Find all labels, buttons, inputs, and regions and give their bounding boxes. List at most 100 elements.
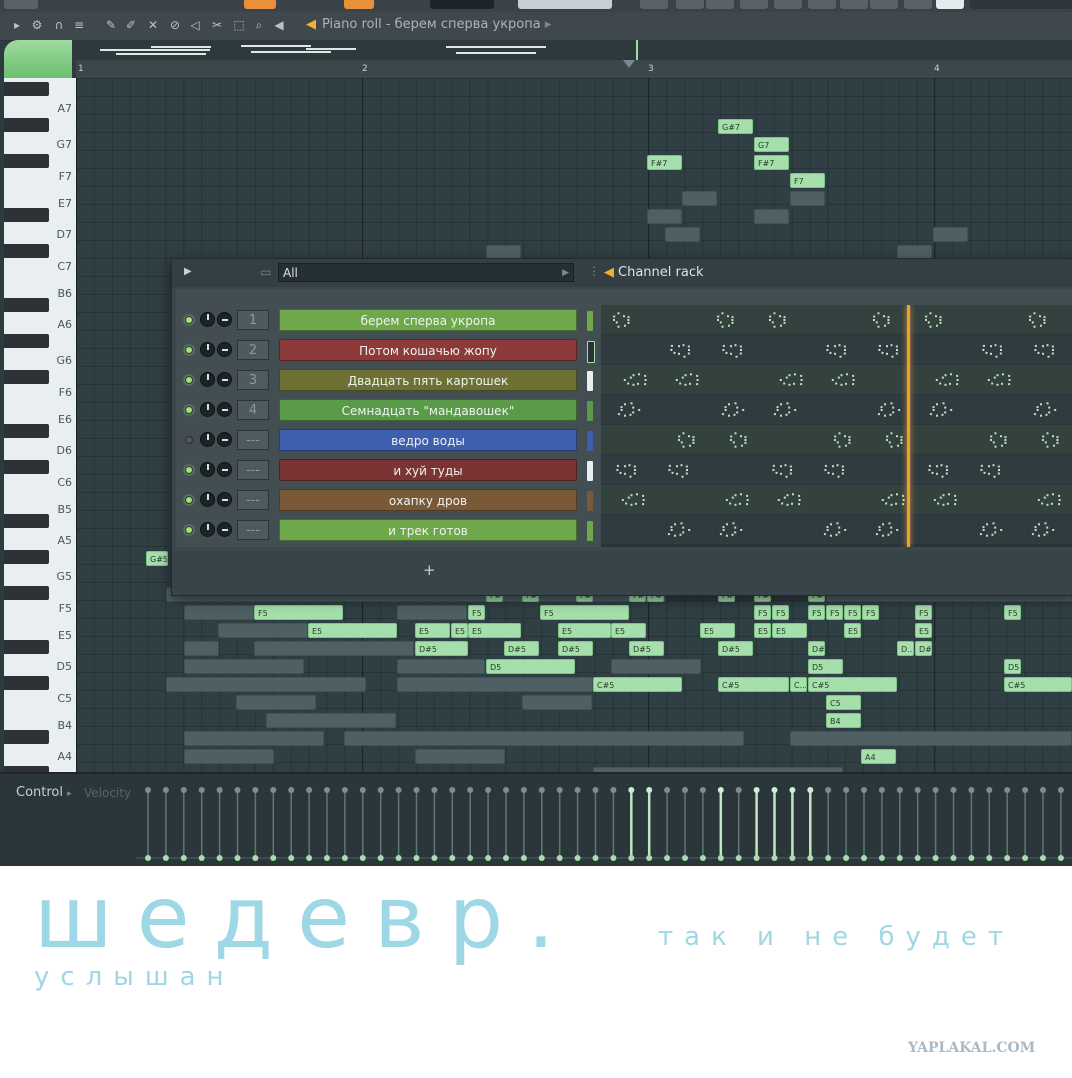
note[interactable]: F5 bbox=[808, 605, 825, 620]
channel-mute-led[interactable] bbox=[185, 316, 193, 324]
channel-pan-knob[interactable] bbox=[217, 342, 232, 357]
select-tool-icon[interactable]: ⬚ bbox=[232, 18, 246, 32]
pattern-selector[interactable] bbox=[518, 0, 612, 9]
record-button[interactable] bbox=[244, 0, 276, 9]
black-key[interactable] bbox=[4, 370, 49, 384]
channel-pan-knob[interactable] bbox=[217, 402, 232, 417]
channel-name-button[interactable]: Двадцать пять картошек bbox=[279, 369, 577, 391]
black-key[interactable] bbox=[4, 640, 49, 654]
channel-mixer-track[interactable]: --- bbox=[237, 520, 269, 540]
channel-select-indicator[interactable] bbox=[587, 521, 593, 541]
note[interactable]: A4 bbox=[861, 749, 896, 764]
note[interactable]: F5 bbox=[826, 605, 843, 620]
channel-pan-knob[interactable] bbox=[217, 372, 232, 387]
channel-mute-led[interactable] bbox=[185, 496, 193, 504]
channel-select-indicator[interactable] bbox=[587, 491, 593, 511]
note[interactable]: F5 bbox=[754, 605, 771, 620]
note[interactable]: E5 bbox=[308, 623, 397, 638]
piano-keyboard[interactable]: A7 G7 F7 E7 D7 C7 B6 A6 G6 F6 E6 D6 C6 B… bbox=[4, 78, 76, 772]
channel-volume-knob[interactable] bbox=[200, 492, 215, 507]
channel-mixer-track[interactable]: 4 bbox=[237, 400, 269, 420]
channel-volume-knob[interactable] bbox=[200, 312, 215, 327]
toolbar-button[interactable] bbox=[808, 0, 836, 9]
note[interactable]: D#5 bbox=[915, 641, 932, 656]
channel-pan-knob[interactable] bbox=[217, 492, 232, 507]
note[interactable]: C5 bbox=[826, 695, 861, 710]
zoom-tool-icon[interactable]: ⌕ bbox=[252, 18, 266, 32]
channel-mixer-track[interactable]: --- bbox=[237, 490, 269, 510]
pattern-overview[interactable] bbox=[76, 40, 1072, 60]
note[interactable]: B4 bbox=[826, 713, 861, 728]
black-key[interactable] bbox=[4, 586, 49, 600]
channel-name-button[interactable]: Потом кошачью жопу bbox=[279, 339, 577, 361]
channel-mute-led[interactable] bbox=[185, 376, 193, 384]
note[interactable]: F5 bbox=[540, 605, 629, 620]
toolbar-button[interactable] bbox=[870, 0, 898, 9]
note[interactable]: D#5 bbox=[504, 641, 539, 656]
channel-mixer-track[interactable]: --- bbox=[237, 460, 269, 480]
note[interactable]: D#5 bbox=[808, 641, 825, 656]
channel-select-indicator[interactable] bbox=[587, 461, 593, 481]
black-key[interactable] bbox=[4, 460, 49, 474]
channel-select-indicator[interactable] bbox=[587, 311, 593, 331]
note[interactable]: E5 bbox=[772, 623, 807, 638]
channel-mute-led[interactable] bbox=[185, 526, 193, 534]
folder-icon[interactable]: ▭ bbox=[260, 265, 271, 279]
note[interactable]: D#5 bbox=[629, 641, 664, 656]
black-key[interactable] bbox=[4, 676, 49, 690]
channel-name-button[interactable]: берем сперва укропа bbox=[279, 309, 577, 331]
channel-volume-knob[interactable] bbox=[200, 342, 215, 357]
paint-brush-icon[interactable]: ✐ bbox=[124, 18, 138, 32]
note[interactable]: E5 bbox=[415, 623, 450, 638]
note[interactable]: E5 bbox=[558, 623, 611, 638]
note[interactable]: D5 bbox=[1004, 659, 1021, 674]
note[interactable]: G#5 bbox=[146, 551, 168, 566]
channel-pan-knob[interactable] bbox=[217, 522, 232, 537]
channel-pan-knob[interactable] bbox=[217, 462, 232, 477]
playhead-marker[interactable] bbox=[623, 60, 635, 68]
channel-select-indicator[interactable] bbox=[587, 371, 593, 391]
channel-volume-knob[interactable] bbox=[200, 402, 215, 417]
drag-handle-icon[interactable]: ⋮ bbox=[588, 264, 600, 278]
note[interactable]: D5 bbox=[808, 659, 843, 674]
mute-tool-icon[interactable]: ⊘ bbox=[168, 18, 182, 32]
toolbar-button[interactable] bbox=[904, 0, 932, 9]
channel-name-button[interactable]: ведро воды bbox=[279, 429, 577, 451]
black-key[interactable] bbox=[4, 118, 49, 132]
black-key[interactable] bbox=[4, 730, 49, 744]
note[interactable]: F5 bbox=[862, 605, 879, 620]
note[interactable]: D#5 bbox=[558, 641, 593, 656]
note[interactable]: G7 bbox=[754, 137, 789, 152]
slip-tool-icon[interactable]: ◁ bbox=[188, 18, 202, 32]
channel-mute-led[interactable] bbox=[185, 436, 193, 444]
playback-tool-icon[interactable]: ◀ bbox=[272, 18, 286, 32]
channel-name-button[interactable]: и хуй туды bbox=[279, 459, 577, 481]
channel-mute-led[interactable] bbox=[185, 406, 193, 414]
tempo-display[interactable] bbox=[430, 0, 494, 9]
note[interactable]: C... bbox=[790, 677, 807, 692]
black-key[interactable] bbox=[4, 208, 49, 222]
channel-graph-panel[interactable] bbox=[601, 305, 1072, 547]
note[interactable]: F5 bbox=[772, 605, 789, 620]
note[interactable]: F5 bbox=[254, 605, 343, 620]
note[interactable]: E5 bbox=[700, 623, 735, 638]
note[interactable]: G#7 bbox=[718, 119, 753, 134]
channel-volume-knob[interactable] bbox=[200, 432, 215, 447]
black-key[interactable] bbox=[4, 424, 49, 438]
note[interactable]: D#5 bbox=[718, 641, 753, 656]
channel-mute-led[interactable] bbox=[185, 346, 193, 354]
channel-name-button[interactable]: Семнадцать "мандавошек" bbox=[279, 399, 577, 421]
note[interactable]: E5 bbox=[844, 623, 861, 638]
channel-mute-led[interactable] bbox=[185, 466, 193, 474]
magnet-icon[interactable]: ∩ bbox=[52, 18, 66, 32]
note[interactable]: E5 bbox=[915, 623, 932, 638]
note[interactable]: E5 bbox=[754, 623, 771, 638]
black-key[interactable] bbox=[4, 154, 49, 168]
delete-tool-icon[interactable]: ✕ bbox=[146, 18, 160, 32]
note[interactable]: E5 bbox=[451, 623, 468, 638]
note[interactable]: C#5 bbox=[718, 677, 789, 692]
channel-name-button[interactable]: охапку дров bbox=[279, 489, 577, 511]
channel-mixer-track[interactable]: 2 bbox=[237, 340, 269, 360]
black-key[interactable] bbox=[4, 514, 49, 528]
black-key[interactable] bbox=[4, 550, 49, 564]
